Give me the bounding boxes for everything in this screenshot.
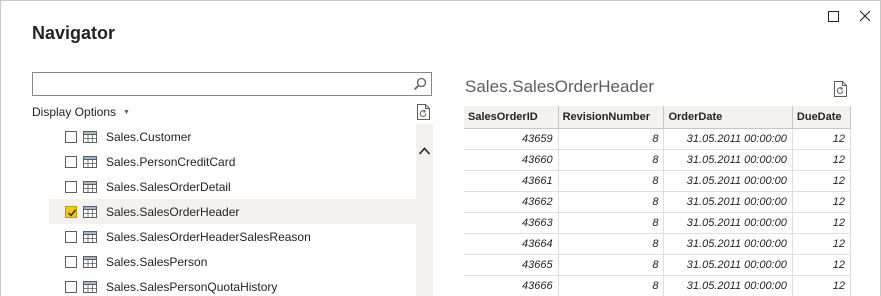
- table-cell: 43666: [464, 275, 559, 296]
- table-cell: 12: [792, 191, 851, 213]
- table-row: 43659 8 31.05.2011 00:00:00 12: [464, 128, 851, 150]
- tree-item-label: Sales.SalesOrderDetail: [106, 179, 231, 194]
- table-cell: 43662: [464, 191, 559, 213]
- table-cell: 12: [792, 275, 851, 296]
- table-cell: 43665: [464, 254, 559, 276]
- table-cell: 8: [558, 149, 665, 171]
- table-cell: 31.05.2011 00:00:00: [663, 170, 793, 192]
- preview-table-container[interactable]: SalesOrderID RevisionNumber OrderDate Du…: [464, 106, 851, 296]
- display-options-label: Display Options: [32, 105, 117, 119]
- table-cell: 12: [792, 170, 851, 192]
- tree-item-sales-customer[interactable]: Sales.Customer: [49, 124, 416, 149]
- search-icon[interactable]: [413, 77, 427, 91]
- preview-table: SalesOrderID RevisionNumber OrderDate Du…: [464, 106, 851, 296]
- table-row: 43660 8 31.05.2011 00:00:00 12: [464, 149, 851, 171]
- table-icon: [83, 280, 97, 293]
- table-cell: 8: [558, 191, 665, 213]
- table-cell: 31.05.2011 00:00:00: [663, 149, 793, 171]
- checkbox-checked[interactable]: [65, 205, 77, 218]
- checkbox[interactable]: [65, 180, 77, 193]
- table-icon: [83, 230, 97, 243]
- tree-item-label: Sales.SalesOrderHeader: [106, 204, 240, 219]
- tree-item-sales-salesperson[interactable]: Sales.SalesPerson: [49, 249, 416, 274]
- refresh-icon[interactable]: [416, 103, 432, 121]
- close-icon: [859, 10, 871, 22]
- table-cell: 8: [558, 233, 665, 255]
- table-icon: [83, 155, 97, 168]
- table-cell: 12: [792, 149, 851, 171]
- table-cell: 31.05.2011 00:00:00: [663, 128, 793, 150]
- tree-item-sales-salesorderheader[interactable]: Sales.SalesOrderHeader: [49, 199, 416, 224]
- checkbox[interactable]: [65, 230, 77, 243]
- close-button[interactable]: [856, 7, 874, 25]
- maximize-button[interactable]: [824, 7, 842, 25]
- tree-item-label: Sales.Customer: [106, 129, 192, 144]
- tree-item-sales-personcreditcard[interactable]: Sales.PersonCreditCard: [49, 149, 416, 174]
- table-cell: 43660: [464, 149, 559, 171]
- table-icon: [83, 255, 97, 268]
- table-row: 43664 8 31.05.2011 00:00:00 12: [464, 233, 851, 255]
- column-header[interactable]: RevisionNumber: [558, 106, 665, 129]
- chevron-down-icon: ▼: [123, 108, 130, 116]
- table-cell: 31.05.2011 00:00:00: [663, 233, 793, 255]
- tree-item-sales-salesorderheadersalesreason[interactable]: Sales.SalesOrderHeaderSalesReason: [49, 224, 416, 249]
- table-icon: [83, 130, 97, 143]
- tree-item-label: Sales.SalesPersonQuotaHistory: [106, 279, 278, 294]
- table-cell: 31.05.2011 00:00:00: [663, 212, 793, 234]
- table-cell: 43661: [464, 170, 559, 192]
- search-box[interactable]: [32, 72, 432, 96]
- table-cell: 12: [792, 128, 851, 150]
- table-cell: 8: [558, 254, 665, 276]
- table-row: 43662 8 31.05.2011 00:00:00 12: [464, 191, 851, 213]
- column-header[interactable]: OrderDate: [663, 106, 793, 129]
- tree-item-sales-salesorderdetail[interactable]: Sales.SalesOrderDetail: [49, 174, 416, 199]
- table-cell: 8: [558, 212, 665, 234]
- column-header[interactable]: DueDate: [792, 106, 851, 129]
- tree-item-sales-salespersonquotahistory[interactable]: Sales.SalesPersonQuotaHistory: [49, 274, 416, 296]
- checkbox[interactable]: [65, 130, 77, 143]
- table-cell: 8: [558, 275, 665, 296]
- dialog-title: Navigator: [32, 23, 116, 43]
- table-cell: 8: [558, 128, 665, 150]
- refresh-preview-icon[interactable]: [833, 80, 849, 98]
- tree-item-label: Sales.SalesPerson: [106, 254, 208, 269]
- table-header-row: SalesOrderID RevisionNumber OrderDate Du…: [464, 106, 851, 129]
- column-header[interactable]: SalesOrderID: [464, 106, 559, 129]
- table-cell: 43664: [464, 233, 559, 255]
- tree-item-label: Sales.PersonCreditCard: [106, 154, 236, 169]
- table-row: 43661 8 31.05.2011 00:00:00 12: [464, 170, 851, 192]
- preview-title: Sales.SalesOrderHeader: [465, 77, 654, 96]
- table-cell: 31.05.2011 00:00:00: [663, 254, 793, 276]
- table-row: 43666 8 31.05.2011 00:00:00 12: [464, 275, 851, 296]
- table-cell: 43659: [464, 128, 559, 150]
- checkbox[interactable]: [65, 155, 77, 168]
- checkbox[interactable]: [65, 255, 77, 268]
- table-row: 43665 8 31.05.2011 00:00:00 12: [464, 254, 851, 276]
- table-cell: 8: [558, 170, 665, 192]
- search-input[interactable]: [33, 73, 403, 95]
- table-cell: 12: [792, 254, 851, 276]
- table-cell: 31.05.2011 00:00:00: [663, 275, 793, 296]
- table-cell: 12: [792, 212, 851, 234]
- table-cell: 12: [792, 233, 851, 255]
- navigator-tree: Sales.Customer Sales.PersonCreditCard Sa…: [49, 124, 416, 296]
- chevron-up-icon[interactable]: [418, 146, 431, 156]
- table-cell: 43663: [464, 212, 559, 234]
- navigator-window: Navigator Display Options ▼ Sales.Custom…: [0, 0, 881, 296]
- table-row: 43663 8 31.05.2011 00:00:00 12: [464, 212, 851, 234]
- display-options-dropdown[interactable]: Display Options ▼: [32, 105, 130, 119]
- checkmark-icon: [68, 209, 77, 217]
- maximize-icon: [827, 10, 839, 22]
- table-cell: 31.05.2011 00:00:00: [663, 191, 793, 213]
- tree-item-label: Sales.SalesOrderHeaderSalesReason: [106, 229, 311, 244]
- checkbox[interactable]: [65, 280, 77, 293]
- table-icon: [83, 205, 97, 218]
- tree-scrollbar[interactable]: [416, 124, 433, 296]
- table-icon: [83, 180, 97, 193]
